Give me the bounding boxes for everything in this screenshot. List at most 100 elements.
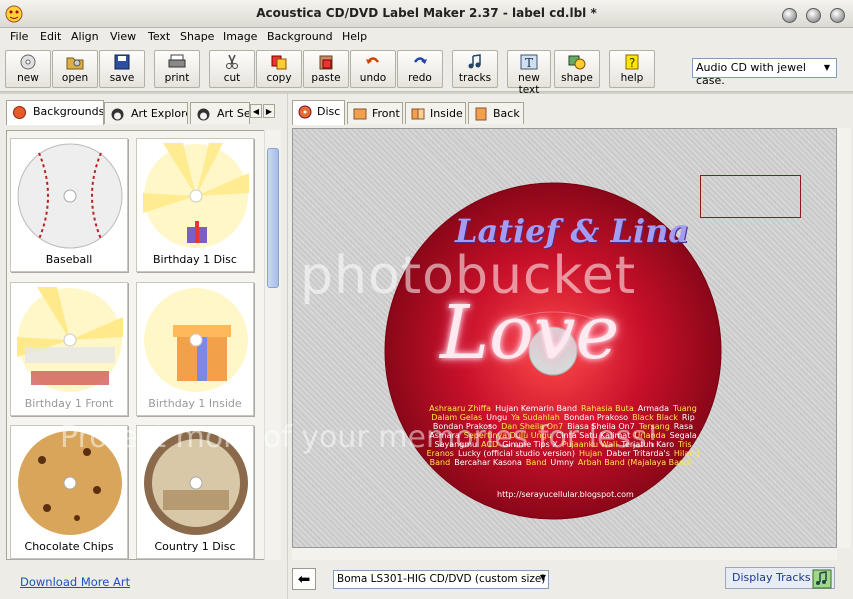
new-text-icon: T [520,54,538,70]
disc-track-list[interactable]: Ashraaru Zhiffa Hujan Kemarin Band Rahasia… [418,404,708,467]
paper-size-select[interactable]: Boma LS301-HIG CD/DVD (custom size) ▼ [333,570,549,589]
thumbnail-birthday-1-front[interactable]: Birthday 1 Front [10,282,128,416]
tab-disc[interactable]: Disc [292,100,345,125]
tab-backgrounds-label: Backgrounds [33,105,104,118]
menu-align[interactable]: Align [71,30,99,43]
menu-edit[interactable]: Edit [40,30,61,43]
thumbnail-chocolate-chips[interactable]: Chocolate Chips [10,425,128,559]
art-explore-tab-icon [111,108,124,121]
cut-icon [226,54,238,69]
tab-inside-label: Inside [430,107,463,120]
tab-back-label: Back [493,107,520,120]
copy-icon [271,55,287,70]
tab-scroll-right-icon[interactable]: ▶ [263,104,275,118]
tab-back[interactable]: Back [468,102,524,124]
disc-track-item: Biasa Sheila On7 [567,422,635,431]
redo-label: redo [408,72,432,84]
tab-backgrounds[interactable]: Backgrounds [6,100,104,125]
disc-track-item: ACD [481,440,499,449]
canvas-horizontal-scrollbar[interactable] [292,548,837,560]
backgrounds-tab-icon [13,106,26,119]
menu-image[interactable]: Image [223,30,257,43]
disc-track-item: Ungu [486,413,508,422]
menu-help[interactable]: Help [342,30,367,43]
menu-file[interactable]: File [10,30,28,43]
undo-button[interactable]: undo [350,50,396,88]
help-icon: ? [625,54,639,70]
gallery-scrollbar[interactable] [264,130,281,560]
disc-track-item: Hujan [578,449,603,458]
disc-tab-icon [298,105,312,119]
disc-track-item: Armada [637,404,670,413]
display-tracks-icon[interactable] [812,569,832,589]
disc-title-text[interactable]: Latief & Lina [455,212,689,250]
new-text-button[interactable]: T new text [507,50,551,96]
close-button[interactable] [830,8,845,23]
canvas-vertical-scrollbar[interactable] [837,128,851,548]
open-label: open [61,72,89,84]
tab-disc-label: Disc [317,105,341,118]
shape-button[interactable]: shape [554,50,600,88]
birthday-inside-image [144,288,248,392]
chevron-down-icon[interactable]: ▼ [820,61,834,75]
case-type-select[interactable]: Audio CD with jewel case. ▼ [692,58,837,87]
back-arrow-icon[interactable]: ⬅ [292,568,316,590]
disc-track-item: Hujan Kemarin Band [495,404,578,413]
disc-track-item: Black Black [632,413,678,422]
thumbnail-label: Chocolate Chips [24,540,114,553]
chevron-down-icon[interactable]: ▼ [540,573,546,582]
tab-inside[interactable]: Inside [405,102,466,124]
menu-view[interactable]: View [110,30,136,43]
disc-track-item: Bercahar Kasona [454,458,522,467]
cut-button[interactable]: cut [209,50,255,88]
menu-text[interactable]: Text [148,30,170,43]
back-tab-icon [475,107,487,121]
disc-track-item: Tersang [638,422,670,431]
disc-track-item: Lucky (official studio version) [457,449,575,458]
menu-shape[interactable]: Shape [180,30,214,43]
thumbnail-baseball[interactable]: Baseball [10,138,128,272]
new-button[interactable]: new [5,50,51,88]
maximize-button[interactable] [806,8,821,23]
tab-front-label: Front [372,107,400,120]
download-more-art-link[interactable]: Download More Art [20,575,130,589]
disc-url-text[interactable]: http://serayucellular.blogspot.com [497,490,634,499]
tab-art-explore-label: Art Explore [131,107,188,120]
svg-text:T: T [525,56,533,70]
paper-size-value: Boma LS301-HIG CD/DVD (custom size) [337,573,546,585]
art-search-tab-icon [197,108,210,121]
disc-track-item: Band [525,458,547,467]
thumbnail-label: Birthday 1 Inside [148,397,242,410]
open-icon [66,57,84,70]
save-button[interactable]: save [99,50,145,88]
menu-background[interactable]: Background [267,30,333,43]
disc-track-item: Arbah Band (Majalaya Band) [577,458,693,467]
tab-front[interactable]: Front [347,102,403,124]
paste-button[interactable]: paste [303,50,349,88]
new-icon [20,54,36,70]
thumbnail-country-1-disc[interactable]: Country 1 Disc [136,425,254,559]
shape-label: shape [561,72,593,84]
scrollbar-thumb[interactable] [267,148,279,288]
thumbnail-label: Baseball [45,253,93,266]
open-button[interactable]: open [52,50,98,88]
birthday-disc-image [143,143,249,248]
disc-love-text[interactable]: Love [440,290,619,376]
disc-track-item: Ya Sudahlah [511,413,560,422]
disc-track-item: Terjatuh Karo [621,440,675,449]
minimize-button[interactable] [782,8,797,23]
thumbnail-birthday-1-disc[interactable]: Birthday 1 Disc [136,138,254,272]
tab-scroll-left-icon[interactable]: ◀ [250,104,262,118]
print-button[interactable]: print [154,50,200,88]
disc-track-item: Pujaanku Wali [561,440,618,449]
tracks-button[interactable]: tracks [452,50,498,88]
redo-button[interactable]: redo [397,50,443,88]
tab-art-explore[interactable]: Art Explore [104,102,188,124]
print-icon [168,54,186,68]
help-button[interactable]: ? help [609,50,655,88]
copy-button[interactable]: copy [256,50,302,88]
cut-label: cut [223,72,241,84]
disc-track-item: Daber Tritarda's [606,449,670,458]
tab-art-search[interactable]: Art Sea [190,102,250,124]
thumbnail-birthday-1-inside[interactable]: Birthday 1 Inside [136,282,254,416]
